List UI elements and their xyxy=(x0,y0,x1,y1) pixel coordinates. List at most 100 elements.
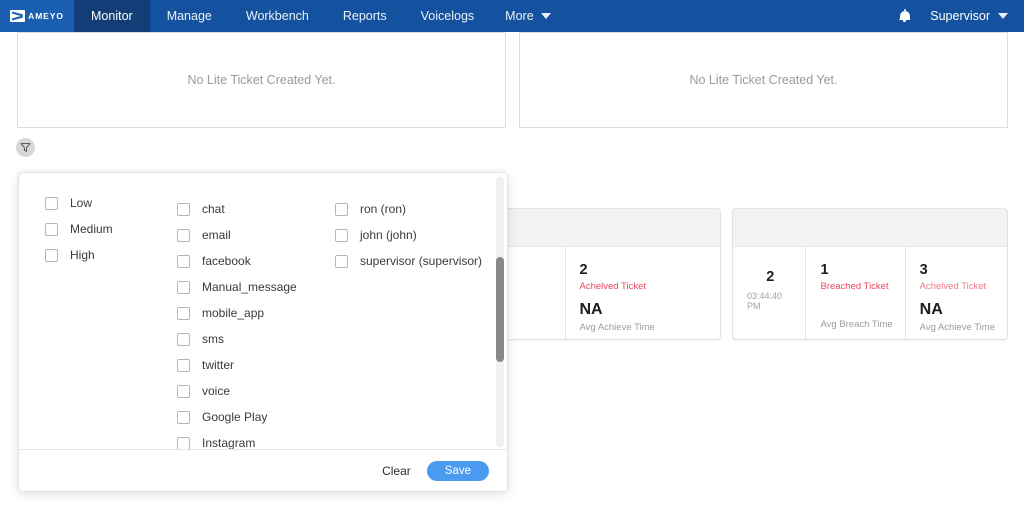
filter-option-channel[interactable]: Instagram xyxy=(177,430,321,451)
sla-spacer xyxy=(920,292,995,300)
checkbox-icon[interactable] xyxy=(177,306,190,320)
top-panels-region: No Lite Ticket Created Yet. No Lite Tick… xyxy=(0,32,1024,130)
sla-card-header xyxy=(733,209,1007,247)
nav-item-monitor[interactable]: Monitor xyxy=(74,0,150,32)
filter-option-channel[interactable]: mobile_app xyxy=(177,300,321,326)
filter-option-label: Google Play xyxy=(202,410,268,424)
sla-avg-achieve-value: NA xyxy=(919,301,943,319)
filter-option-user[interactable]: supervisor (supervisor) xyxy=(335,248,491,274)
sla-number: 2 xyxy=(579,262,588,278)
save-button[interactable]: Save xyxy=(426,460,489,481)
bell-icon xyxy=(899,9,911,22)
filter-option-label: twitter xyxy=(202,358,235,372)
sla-number: 2 xyxy=(766,268,775,285)
filter-option-label: ron (ron) xyxy=(360,202,407,216)
filter-option-label: sms xyxy=(202,332,224,346)
filter-option-label: Medium xyxy=(70,222,113,236)
empty-state-message: No Lite Ticket Created Yet. xyxy=(187,73,336,87)
lite-ticket-panel-right: No Lite Ticket Created Yet. xyxy=(519,32,1008,128)
sla-card: 2 03:44:40 PM 1 Breached Ticket Avg Brea… xyxy=(732,208,1008,340)
sla-number: 3 xyxy=(919,262,928,278)
filter-option-channel[interactable]: Google Play xyxy=(177,404,321,430)
checkbox-icon[interactable] xyxy=(335,228,348,242)
nav-item-manage[interactable]: Manage xyxy=(150,0,229,32)
filter-option-label: High xyxy=(70,248,95,262)
sla-label-achieved: Achelved Ticket xyxy=(919,281,987,293)
ameyo-logo[interactable]: AMEYO xyxy=(0,0,74,32)
filter-option-channel[interactable]: Manual_message xyxy=(177,274,321,300)
checkbox-icon[interactable] xyxy=(177,410,190,424)
filter-option-label: Low xyxy=(70,196,93,210)
filter-options-body: Low Medium High chat email facebook Manual_me… xyxy=(19,173,507,451)
filter-option-channel[interactable]: twitter xyxy=(177,352,321,378)
checkbox-icon[interactable] xyxy=(335,202,348,216)
sla-card-body: 2 03:44:40 PM 1 Breached Ticket Avg Brea… xyxy=(733,247,1007,339)
sla-cell-achieved: 3 Achelved Ticket NA Avg Achieve Time xyxy=(904,247,1007,339)
notifications-button[interactable] xyxy=(885,0,924,32)
checkbox-icon[interactable] xyxy=(45,196,58,210)
checkbox-icon[interactable] xyxy=(177,384,190,398)
filter-option-priority[interactable]: High xyxy=(45,242,159,268)
filter-option-label: email xyxy=(202,228,231,242)
filter-option-channel[interactable]: email xyxy=(177,222,321,248)
filter-option-label: chat xyxy=(202,202,225,216)
nav-item-reports[interactable]: Reports xyxy=(326,0,404,32)
sla-label-avg-achieve-time: Avg Achieve Time xyxy=(919,322,995,334)
sla-label-avg-achieve-time: Avg Achieve Time xyxy=(579,322,655,334)
user-menu-label: Supervisor xyxy=(930,9,990,23)
nav-item-list: Monitor Manage Workbench Reports Voicelo… xyxy=(74,0,565,32)
top-navigation-bar: AMEYO Monitor Manage Workbench Reports V… xyxy=(0,0,1024,32)
sla-cell-achieved: 2 Achelved Ticket NA Avg Achieve Time xyxy=(564,247,721,339)
filter-option-label: facebook xyxy=(202,254,251,268)
sla-label-achieved: Achelved Ticket xyxy=(579,281,647,293)
filter-panel-scrollbar[interactable] xyxy=(496,177,504,447)
filter-option-channel[interactable]: voice xyxy=(177,378,321,404)
sla-label-avg-breach-time: Avg Breach Time xyxy=(820,319,893,330)
nav-more-label: More xyxy=(505,9,534,23)
user-menu[interactable]: Supervisor xyxy=(924,0,1024,32)
checkbox-icon[interactable] xyxy=(177,228,190,242)
chevron-down-icon xyxy=(998,13,1008,19)
checkbox-icon[interactable] xyxy=(177,280,190,294)
filter-column-priority: Low Medium High xyxy=(19,185,159,451)
nav-item-more[interactable]: More xyxy=(491,0,564,32)
sla-timestamp: 03:44:40 PM xyxy=(747,291,783,312)
filter-option-channel[interactable]: chat xyxy=(177,196,321,222)
checkbox-icon[interactable] xyxy=(335,254,348,268)
filter-option-channel[interactable]: sms xyxy=(177,326,321,352)
sla-cell-breached: 1 Breached Ticket Avg Breach Time xyxy=(805,247,904,339)
filter-option-user[interactable]: john (john) xyxy=(335,222,491,248)
sla-label-breached: Breached Ticket xyxy=(820,281,889,293)
filter-option-priority[interactable]: Medium xyxy=(45,216,159,242)
checkbox-icon[interactable] xyxy=(177,358,190,372)
checkbox-icon[interactable] xyxy=(177,202,190,216)
funnel-icon xyxy=(20,142,31,153)
filter-option-priority[interactable]: Low xyxy=(45,190,159,216)
clear-button[interactable]: Clear xyxy=(380,461,413,481)
checkbox-icon[interactable] xyxy=(45,222,58,236)
checkbox-icon[interactable] xyxy=(177,332,190,346)
sla-spacer xyxy=(820,292,892,317)
filter-option-label: john (john) xyxy=(360,228,417,242)
filter-option-label: voice xyxy=(202,384,231,398)
ameyo-logo-text: AMEYO xyxy=(28,11,64,21)
empty-state-message: No Lite Ticket Created Yet. xyxy=(689,73,838,87)
filter-panel-footer: Clear Save xyxy=(19,449,507,491)
nav-item-workbench[interactable]: Workbench xyxy=(229,0,326,32)
filter-option-channel[interactable]: facebook xyxy=(177,248,321,274)
filter-toggle-button[interactable] xyxy=(16,138,35,157)
lite-ticket-panel-left: No Lite Ticket Created Yet. xyxy=(17,32,506,128)
sla-avg-achieve-value: NA xyxy=(579,301,603,319)
checkbox-icon[interactable] xyxy=(45,248,58,262)
checkbox-icon[interactable] xyxy=(177,254,190,268)
sla-number: 1 xyxy=(820,262,829,278)
filter-option-label: Instagram xyxy=(202,436,256,450)
filter-panel-scrollbar-thumb[interactable] xyxy=(496,257,504,362)
sla-spacer xyxy=(580,292,709,300)
filter-option-label: Manual_message xyxy=(202,280,297,294)
sla-cell-total: 2 03:44:40 PM xyxy=(733,247,805,339)
filter-option-user[interactable]: ron (ron) xyxy=(335,196,491,222)
checkbox-icon[interactable] xyxy=(177,436,190,450)
filter-option-label: mobile_app xyxy=(202,306,265,320)
nav-item-voicelogs[interactable]: Voicelogs xyxy=(404,0,492,32)
